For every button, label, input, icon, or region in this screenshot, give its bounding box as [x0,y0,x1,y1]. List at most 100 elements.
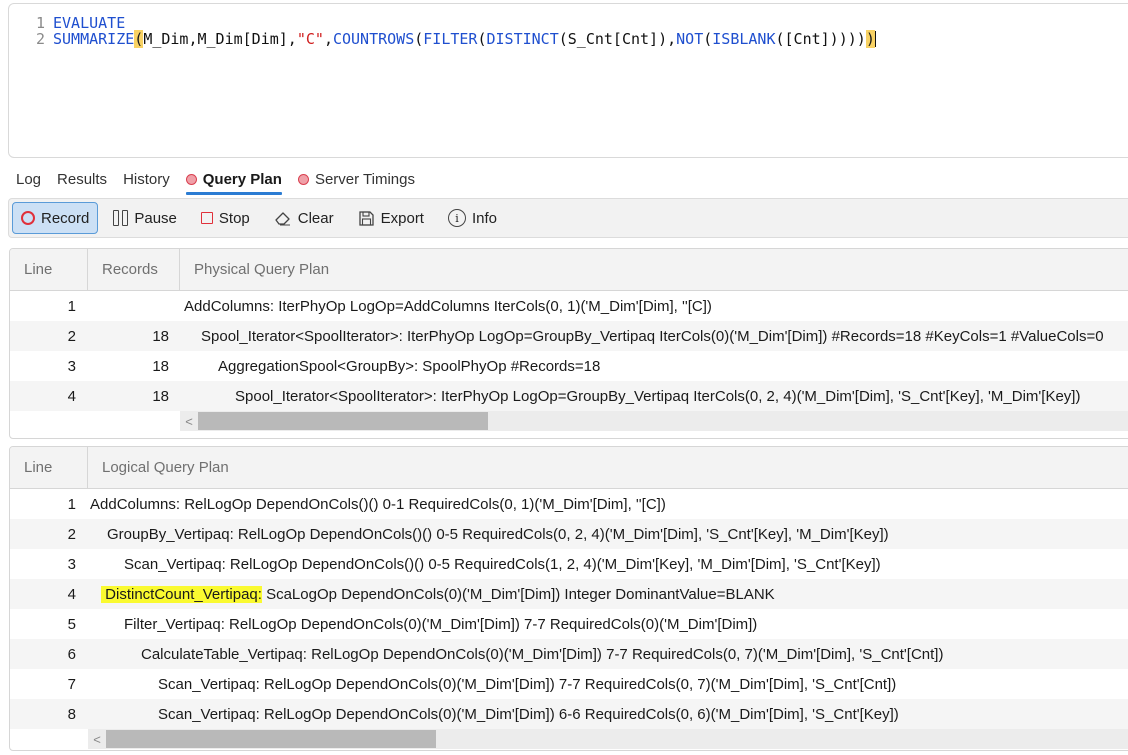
pause-label: Pause [134,209,177,227]
output-tabs: Log Results History Query Plan Server Timing… [8,166,423,195]
cell-line: 1 [67,297,76,315]
plan-text: CalculateTable_Vertipaq: RelLogOp Depend… [141,645,944,663]
scrollbar-thumb[interactable] [198,412,488,430]
scrollbar-thumb[interactable] [106,730,436,748]
tab-log[interactable]: Log [8,167,49,191]
code-token: SUMMARIZE [53,30,135,48]
stop-button[interactable]: Stop [192,202,259,234]
table-row[interactable]: 1 AddColumns: IterPhyOp LogOp=AddColumns … [10,291,1128,321]
plan-text: Scan_Vertipaq: RelLogOp DependOnCols(0)(… [158,675,897,693]
cell-line: 2 [67,525,76,543]
column-header-records[interactable]: Records [88,249,180,290]
cell-plan: GroupBy_Vertipaq: RelLogOp DependOnCols(… [76,526,889,543]
eraser-icon [274,210,292,226]
code-token: ( [477,30,487,48]
tab-label: Results [57,170,108,188]
cell-records: 18 [152,357,169,375]
cell-plan: Scan_Vertipaq: RelLogOp DependOnCols(0)(… [76,706,899,723]
cell-line: 1 [67,495,76,513]
recording-indicator-icon [297,173,309,185]
cell-line: 4 [67,387,76,405]
tab-query-plan[interactable]: Query Plan [178,167,290,195]
code-token: COUNTROWS [332,30,415,48]
table-row[interactable]: 1 AddColumns: RelLogOp DependOnCols()() 0… [10,489,1128,519]
logical-query-plan-grid: Line Logical Query Plan 1 AddColumns: Rel… [9,446,1128,751]
tab-label: Query Plan [202,170,282,188]
stop-label: Stop [218,209,250,227]
query-plan-toolbar: Record Pause Stop Clear Export i Info [8,198,1128,238]
cell-plan: AggregationSpool<GroupBy>: SpoolPhyOp #R… [218,357,601,375]
column-header-line[interactable]: Line [10,447,88,488]
tab-results[interactable]: Results [49,167,115,191]
dax-query-editor[interactable]: 1 EVALUATE 2 SUMMARIZE(M_Dim,M_Dim[Dim],"C"… [8,3,1128,158]
table-row[interactable]: 8 Scan_Vertipaq: RelLogOp DependOnCols(0)… [10,699,1128,729]
table-row[interactable]: 2 GroupBy_Vertipaq: RelLogOp DependOnCols… [10,519,1128,549]
cell-line: 3 [67,555,76,573]
table-row[interactable]: 6 CalculateTable_Vertipaq: RelLogOp Depen… [10,639,1128,669]
cell-line: 2 [67,327,76,345]
stop-icon [200,212,213,224]
cell-line: 4 [67,585,76,603]
line-number: 2 [35,30,45,48]
tab-label: History [123,170,170,188]
code-token: ( [703,30,713,48]
logical-grid-body: 1 AddColumns: RelLogOp DependOnCols()() 0… [10,489,1128,729]
cell-line: 7 [67,675,76,693]
code-line: 2 SUMMARIZE(M_Dim,M_Dim[Dim],"C",COUNTROW… [9,30,1128,48]
export-button[interactable]: Export [349,202,433,234]
table-row[interactable]: 5 Filter_Vertipaq: RelLogOp DependOnCols(… [10,609,1128,639]
info-button[interactable]: i Info [439,202,506,234]
plan-text: Filter_Vertipaq: RelLogOp DependOnCols(0… [124,615,758,633]
code-token: DISTINCT [486,30,559,48]
plan-text: Scan_Vertipaq: RelLogOp DependOnCols(0)(… [158,705,899,723]
cell-plan: Scan_Vertipaq: RelLogOp DependOnCols(0)(… [76,676,896,693]
table-row[interactable]: 4 18 Spool_Iterator<SpoolIterator>: IterPh… [10,381,1128,411]
clear-label: Clear [297,209,334,227]
table-row[interactable]: 3 18 AggregationSpool<GroupBy>: SpoolPhyOp… [10,351,1128,381]
table-row[interactable]: 2 18 Spool_Iterator<SpoolIterator>: IterPh… [10,321,1128,351]
info-icon: i [447,209,466,227]
pause-button[interactable]: Pause [104,202,186,234]
cell-line: 3 [67,357,76,375]
tab-history[interactable]: History [115,167,178,191]
cell-plan: Spool_Iterator<SpoolIterator>: IterPhyOp… [235,387,1081,405]
column-header-line[interactable]: Line [10,249,88,290]
logical-horizontal-scrollbar[interactable]: < [88,729,1128,749]
code-line: 1 EVALUATE [9,15,1128,31]
cell-line: 8 [67,705,76,723]
save-disk-icon [358,210,375,227]
record-button[interactable]: Record [12,202,99,234]
cell-plan: Scan_Vertipaq: RelLogOp DependOnCols()()… [76,556,881,573]
cell-plan: Filter_Vertipaq: RelLogOp DependOnCols(0… [76,616,757,633]
table-row[interactable]: 3 Scan_Vertipaq: RelLogOp DependOnCols()(… [10,549,1128,579]
scroll-left-arrow[interactable]: < [180,414,198,429]
tab-server-timings[interactable]: Server Timings [290,167,423,191]
column-header-physical-plan[interactable]: Physical Query Plan [180,249,1128,290]
code-token: ( [414,30,424,48]
highlighted-operator: DistinctCount_Vertipaq: [101,585,262,603]
scroll-left-arrow[interactable]: < [88,732,106,747]
physical-grid-body: 1 AddColumns: IterPhyOp LogOp=AddColumns … [10,291,1128,411]
physical-query-plan-grid: Line Records Physical Query Plan 1 AddCol… [9,248,1128,439]
column-header-logical-plan[interactable]: Logical Query Plan [88,447,1128,488]
table-row[interactable]: 7 Scan_Vertipaq: RelLogOp DependOnCols(0)… [10,669,1128,699]
code-text: EVALUATE [49,15,125,31]
code-token: ISBLANK [712,30,776,48]
cell-plan: AddColumns: IterPhyOp LogOp=AddColumns I… [184,297,712,315]
record-icon [21,211,35,225]
cell-plan: AddColumns: RelLogOp DependOnCols()() 0-… [76,496,666,513]
text-cursor [874,31,876,47]
line-number: 1 [35,14,45,32]
physical-horizontal-scrollbar[interactable]: < [180,411,1128,431]
table-row[interactable]: 4 DistinctCount_Vertipaq: ScaLogOp Depen… [10,579,1128,609]
clear-button[interactable]: Clear [265,202,343,234]
code-token: M_Dim,M_Dim[Dim], [143,30,297,48]
tab-label: Log [16,170,42,188]
cell-records: 18 [152,327,169,345]
code-token: NOT [676,30,704,48]
cell-plan: DistinctCount_Vertipaq: ScaLogOp DependO… [76,585,775,603]
plan-text: ScaLogOp DependOnCols(0)('M_Dim'[Dim]) I… [261,585,775,603]
code-token: ( [134,30,144,48]
cell-records: 18 [152,387,169,405]
logical-grid-header: Line Logical Query Plan [10,447,1128,489]
